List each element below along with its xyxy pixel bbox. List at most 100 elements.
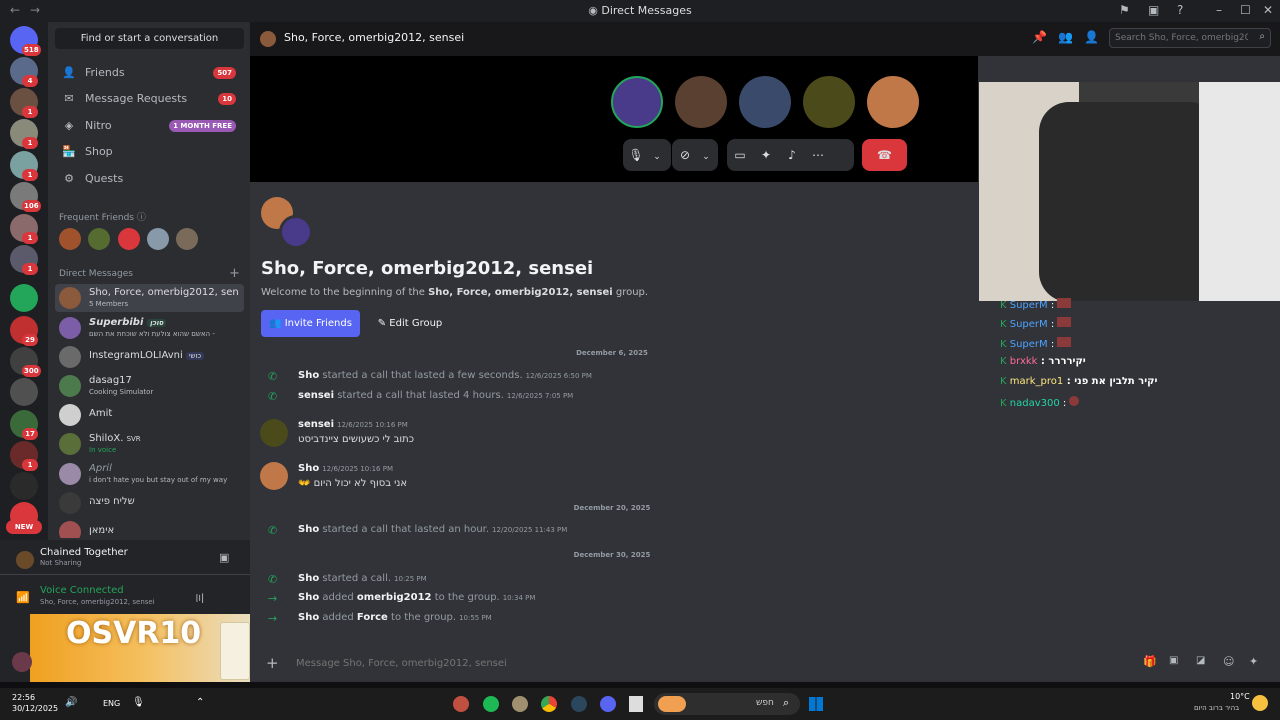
update-icon[interactable]: ▣ xyxy=(1148,3,1159,17)
weather-temp[interactable]: 10°C xyxy=(1230,692,1250,701)
server-badge: 1 xyxy=(22,137,38,149)
promo-banner[interactable]: OSVR10 xyxy=(30,614,260,682)
help-icon[interactable]: ? xyxy=(1177,3,1183,17)
friends-icon: 👤 xyxy=(62,66,76,79)
magnifier-icon: ⌕ xyxy=(783,696,790,709)
camera-control[interactable]: ⊘ ⌄ xyxy=(672,139,718,171)
search-label: חפש xyxy=(756,698,774,708)
notepad-icon[interactable] xyxy=(629,696,643,712)
dm-item-instegram[interactable]: InstegramLOLIAvni כושי xyxy=(55,343,244,371)
call-participant-avatar[interactable] xyxy=(739,76,791,128)
user-avatar[interactable] xyxy=(12,652,32,672)
frequent-friend-avatar[interactable] xyxy=(118,228,140,250)
server-icon[interactable] xyxy=(10,472,38,500)
more-icon[interactable]: ⋯ xyxy=(805,139,831,171)
add-member-icon[interactable]: 👥 xyxy=(1058,30,1073,44)
mic-control[interactable]: 🎙 ⌄ xyxy=(623,139,671,171)
app-icon[interactable] xyxy=(453,696,469,712)
chevron-up-icon[interactable]: ⌃ xyxy=(196,697,204,708)
server-icon[interactable] xyxy=(10,378,38,406)
search-bar[interactable]: חפש ⌕ xyxy=(654,693,800,715)
server-badge: 1 xyxy=(22,232,38,244)
dm-item-group[interactable]: Sho, Force, omerbig2012, sen... 5 Members xyxy=(55,284,244,312)
volume-icon[interactable]: 🔊 xyxy=(65,697,77,708)
plus-icon[interactable]: + xyxy=(266,654,279,672)
message-header: Sho 12/6/2025 10:16 PM xyxy=(298,463,393,474)
date-divider: December 30, 2025 xyxy=(573,551,651,559)
steam-icon[interactable] xyxy=(571,696,587,712)
inbox-icon[interactable]: ⚑ xyxy=(1119,3,1130,17)
sidebar-item-shop[interactable]: 🏪 Shop xyxy=(55,140,244,164)
soundboard-icon[interactable]: ♪ xyxy=(779,139,805,171)
server-badge: 518 xyxy=(22,44,41,56)
dm-item-april[interactable]: April i don't hate you but stay out of my… xyxy=(55,460,244,488)
sidebar-item-quests[interactable]: ⚙ Quests xyxy=(55,167,244,191)
dm-item-iman[interactable]: אימאן xyxy=(55,518,244,538)
app-icon[interactable] xyxy=(512,696,528,712)
gift-icon[interactable]: 🎁 xyxy=(1143,655,1157,668)
microphone-icon[interactable]: 🎙 xyxy=(623,139,649,171)
message-avatar[interactable] xyxy=(260,419,288,447)
call-participant-avatar[interactable] xyxy=(803,76,855,128)
search-input[interactable] xyxy=(1110,29,1248,47)
call-participant-avatar[interactable] xyxy=(675,76,727,128)
maximize-icon[interactable]: ☐ xyxy=(1240,3,1251,17)
message-content: כתוב לי כשעושים ציינדביסט xyxy=(298,434,414,445)
apps-icon[interactable]: ✦ xyxy=(1249,655,1258,668)
frequent-friend-avatar[interactable] xyxy=(147,228,169,250)
clock-date[interactable]: 30/12/2025 xyxy=(12,704,58,713)
pin-icon[interactable]: 📌 xyxy=(1032,30,1047,44)
emoji-icon[interactable]: ☺ xyxy=(1223,655,1234,668)
message-input[interactable] xyxy=(296,654,1116,672)
sticker-icon[interactable]: ◪ xyxy=(1196,655,1205,666)
message-avatar[interactable] xyxy=(260,462,288,490)
screen-share-icon[interactable]: ▭ xyxy=(727,139,753,171)
frequent-friend-avatar[interactable] xyxy=(176,228,198,250)
hang-up-icon[interactable]: ☎ xyxy=(862,139,907,171)
noise-icon[interactable]: 〣 xyxy=(194,590,205,606)
share-screen-icon[interactable]: ▣ xyxy=(219,551,229,564)
close-icon[interactable]: ✕ xyxy=(1263,3,1273,17)
dm-item-superbibi[interactable]: Superbibi סוכן האשם שהוא צולעת ולא שוכחת … xyxy=(55,314,244,342)
find-conversation-button[interactable]: Find or start a conversation xyxy=(55,28,244,49)
edit-group-button[interactable]: ✎ Edit Group xyxy=(370,310,450,337)
spotify-icon[interactable] xyxy=(483,696,499,712)
message-content: 👐 אני בסוף לא יכול היום xyxy=(298,478,408,489)
disconnect-button[interactable]: ☎ xyxy=(862,139,907,171)
mic-tray-icon[interactable]: 🎙 xyxy=(132,697,145,708)
voice-status[interactable]: Voice Connected xyxy=(40,585,124,596)
member-list-icon[interactable]: 👤 xyxy=(1084,30,1099,44)
divider xyxy=(0,574,250,575)
camera-off-icon[interactable]: ⊘ xyxy=(672,139,698,171)
create-dm-icon[interactable]: + xyxy=(229,266,240,281)
frequent-friend-avatar[interactable] xyxy=(59,228,81,250)
language-indicator[interactable]: ENG xyxy=(103,699,120,708)
windows-start-icon[interactable] xyxy=(809,697,823,711)
dm-item-pizza[interactable]: שליח פיצה xyxy=(55,489,244,517)
call-participant-avatar[interactable] xyxy=(611,76,663,128)
welcome-title: Sho, Force, omerbig2012, sensei xyxy=(261,258,594,279)
invite-friends-button[interactable]: 👥 Invite Friends xyxy=(261,310,360,337)
clock-time[interactable]: 22:56 xyxy=(12,693,35,702)
sidebar-item-nitro[interactable]: ◈ Nitro 1 MONTH FREE xyxy=(55,114,244,138)
requests-badge: 10 xyxy=(218,93,236,105)
discord-taskbar-icon[interactable] xyxy=(600,696,616,712)
sidebar-item-friends[interactable]: 👤 Friends 507 xyxy=(55,61,244,85)
dm-item-amit[interactable]: Amit xyxy=(55,401,244,429)
call-participant-avatar[interactable] xyxy=(867,76,919,128)
chrome-icon[interactable] xyxy=(541,696,557,712)
sidebar-item-message-requests[interactable]: ✉ Message Requests 10 xyxy=(55,87,244,111)
search-box[interactable]: ⌕ xyxy=(1109,28,1271,48)
frequent-friend-avatar[interactable] xyxy=(88,228,110,250)
header-title: Sho, Force, omerbig2012, sensei xyxy=(284,31,465,44)
chevron-down-icon[interactable]: ⌄ xyxy=(649,141,665,173)
activities-icon[interactable]: ✦ xyxy=(753,139,779,171)
avatar xyxy=(59,433,81,455)
phone-icon: ✆ xyxy=(268,390,278,403)
server-icon[interactable] xyxy=(10,284,38,312)
dm-item-dasag17[interactable]: dasag17 Cooking Simulator xyxy=(55,372,244,400)
chevron-down-icon[interactable]: ⌄ xyxy=(698,141,714,173)
gif-icon[interactable]: ▣ xyxy=(1169,655,1178,666)
dm-item-shilox[interactable]: ShiloX. SVR In voice xyxy=(55,430,244,458)
minimize-icon[interactable]: – xyxy=(1216,3,1222,17)
